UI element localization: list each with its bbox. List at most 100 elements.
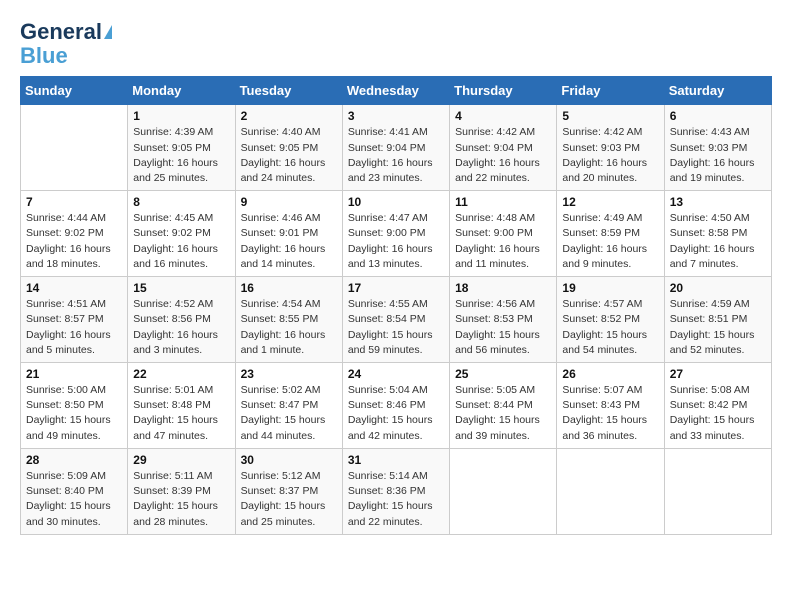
day-number: 9 bbox=[241, 195, 337, 209]
day-info: Sunrise: 4:48 AM Sunset: 9:00 PM Dayligh… bbox=[455, 211, 551, 272]
day-info: Sunrise: 5:00 AM Sunset: 8:50 PM Dayligh… bbox=[26, 383, 122, 444]
day-number: 22 bbox=[133, 367, 229, 381]
day-number: 26 bbox=[562, 367, 658, 381]
day-number: 6 bbox=[670, 109, 766, 123]
calendar-cell: 4 Sunrise: 4:42 AM Sunset: 9:04 PM Daylig… bbox=[450, 105, 557, 191]
day-info: Sunrise: 4:42 AM Sunset: 9:04 PM Dayligh… bbox=[455, 125, 551, 186]
day-info: Sunrise: 4:45 AM Sunset: 9:02 PM Dayligh… bbox=[133, 211, 229, 272]
calendar-cell: 7 Sunrise: 4:44 AM Sunset: 9:02 PM Daylig… bbox=[21, 191, 128, 277]
week-row-5: 28 Sunrise: 5:09 AM Sunset: 8:40 PM Dayli… bbox=[21, 448, 772, 534]
calendar-cell: 24Sunrise: 5:04 AM Sunset: 8:46 PM Dayli… bbox=[342, 363, 449, 449]
week-row-4: 21 Sunrise: 5:00 AM Sunset: 8:50 PM Dayli… bbox=[21, 363, 772, 449]
day-info: Sunrise: 4:55 AM Sunset: 8:54 PM Dayligh… bbox=[348, 297, 444, 358]
day-info: Sunrise: 5:14 AM Sunset: 8:36 PM Dayligh… bbox=[348, 469, 444, 530]
day-info: Sunrise: 4:39 AM Sunset: 9:05 PM Dayligh… bbox=[133, 125, 229, 186]
calendar-cell: 1 Sunrise: 4:39 AM Sunset: 9:05 PM Daylig… bbox=[128, 105, 235, 191]
calendar-cell: 20 Sunrise: 4:59 AM Sunset: 8:51 PM Dayli… bbox=[664, 277, 771, 363]
day-number: 8 bbox=[133, 195, 229, 209]
calendar-cell: 28 Sunrise: 5:09 AM Sunset: 8:40 PM Dayli… bbox=[21, 448, 128, 534]
day-number: 13 bbox=[670, 195, 766, 209]
day-info: Sunrise: 4:49 AM Sunset: 8:59 PM Dayligh… bbox=[562, 211, 658, 272]
calendar-cell bbox=[557, 448, 664, 534]
calendar-cell bbox=[450, 448, 557, 534]
header-saturday: Saturday bbox=[664, 77, 771, 105]
day-info: Sunrise: 5:07 AM Sunset: 8:43 PM Dayligh… bbox=[562, 383, 658, 444]
day-number: 30 bbox=[241, 453, 337, 467]
logo-text-general: General bbox=[20, 20, 102, 44]
day-number: 2 bbox=[241, 109, 337, 123]
calendar-cell: 27 Sunrise: 5:08 AM Sunset: 8:42 PM Dayli… bbox=[664, 363, 771, 449]
week-row-3: 14 Sunrise: 4:51 AM Sunset: 8:57 PM Dayli… bbox=[21, 277, 772, 363]
week-row-2: 7 Sunrise: 4:44 AM Sunset: 9:02 PM Daylig… bbox=[21, 191, 772, 277]
day-number: 4 bbox=[455, 109, 551, 123]
header-thursday: Thursday bbox=[450, 77, 557, 105]
calendar-cell: 14 Sunrise: 4:51 AM Sunset: 8:57 PM Dayli… bbox=[21, 277, 128, 363]
header-sunday: Sunday bbox=[21, 77, 128, 105]
day-number: 19 bbox=[562, 281, 658, 295]
calendar-cell: 22 Sunrise: 5:01 AM Sunset: 8:48 PM Dayli… bbox=[128, 363, 235, 449]
calendar-cell: 15 Sunrise: 4:52 AM Sunset: 8:56 PM Dayli… bbox=[128, 277, 235, 363]
calendar-cell: 31 Sunrise: 5:14 AM Sunset: 8:36 PM Dayli… bbox=[342, 448, 449, 534]
day-info: Sunrise: 4:44 AM Sunset: 9:02 PM Dayligh… bbox=[26, 211, 122, 272]
day-number: 7 bbox=[26, 195, 122, 209]
calendar-cell: 18 Sunrise: 4:56 AM Sunset: 8:53 PM Dayli… bbox=[450, 277, 557, 363]
day-info: Sunrise: 4:42 AM Sunset: 9:03 PM Dayligh… bbox=[562, 125, 658, 186]
day-number: 29 bbox=[133, 453, 229, 467]
logo-triangle-icon bbox=[104, 25, 112, 39]
calendar-cell bbox=[21, 105, 128, 191]
day-info: Sunrise: 4:52 AM Sunset: 8:56 PM Dayligh… bbox=[133, 297, 229, 358]
day-number: 16 bbox=[241, 281, 337, 295]
day-info: Sunrise: 4:50 AM Sunset: 8:58 PM Dayligh… bbox=[670, 211, 766, 272]
day-info: Sunrise: 4:59 AM Sunset: 8:51 PM Dayligh… bbox=[670, 297, 766, 358]
day-number: 21 bbox=[26, 367, 122, 381]
day-number: 15 bbox=[133, 281, 229, 295]
day-number: 17 bbox=[348, 281, 444, 295]
calendar-cell: 13 Sunrise: 4:50 AM Sunset: 8:58 PM Dayli… bbox=[664, 191, 771, 277]
day-info: Sunrise: 5:02 AM Sunset: 8:47 PM Dayligh… bbox=[241, 383, 337, 444]
day-info: Sunrise: 5:11 AM Sunset: 8:39 PM Dayligh… bbox=[133, 469, 229, 530]
day-info: Sunrise: 5:09 AM Sunset: 8:40 PM Dayligh… bbox=[26, 469, 122, 530]
calendar-table: SundayMondayTuesdayWednesdayThursdayFrid… bbox=[20, 76, 772, 534]
calendar-cell: 12Sunrise: 4:49 AM Sunset: 8:59 PM Dayli… bbox=[557, 191, 664, 277]
day-number: 14 bbox=[26, 281, 122, 295]
day-number: 31 bbox=[348, 453, 444, 467]
day-number: 27 bbox=[670, 367, 766, 381]
calendar-cell: 30Sunrise: 5:12 AM Sunset: 8:37 PM Dayli… bbox=[235, 448, 342, 534]
day-info: Sunrise: 4:57 AM Sunset: 8:52 PM Dayligh… bbox=[562, 297, 658, 358]
calendar-cell: 5Sunrise: 4:42 AM Sunset: 9:03 PM Daylig… bbox=[557, 105, 664, 191]
day-info: Sunrise: 5:08 AM Sunset: 8:42 PM Dayligh… bbox=[670, 383, 766, 444]
day-number: 25 bbox=[455, 367, 551, 381]
day-number: 28 bbox=[26, 453, 122, 467]
day-info: Sunrise: 5:01 AM Sunset: 8:48 PM Dayligh… bbox=[133, 383, 229, 444]
day-number: 20 bbox=[670, 281, 766, 295]
day-info: Sunrise: 5:05 AM Sunset: 8:44 PM Dayligh… bbox=[455, 383, 551, 444]
calendar-cell: 21 Sunrise: 5:00 AM Sunset: 8:50 PM Dayli… bbox=[21, 363, 128, 449]
calendar-cell: 23Sunrise: 5:02 AM Sunset: 8:47 PM Dayli… bbox=[235, 363, 342, 449]
week-row-1: 1 Sunrise: 4:39 AM Sunset: 9:05 PM Daylig… bbox=[21, 105, 772, 191]
day-info: Sunrise: 4:43 AM Sunset: 9:03 PM Dayligh… bbox=[670, 125, 766, 186]
day-number: 18 bbox=[455, 281, 551, 295]
day-info: Sunrise: 5:04 AM Sunset: 8:46 PM Dayligh… bbox=[348, 383, 444, 444]
calendar-cell: 6 Sunrise: 4:43 AM Sunset: 9:03 PM Daylig… bbox=[664, 105, 771, 191]
logo: General Blue bbox=[20, 20, 112, 68]
day-number: 3 bbox=[348, 109, 444, 123]
logo-text-blue: Blue bbox=[20, 44, 68, 68]
day-info: Sunrise: 4:41 AM Sunset: 9:04 PM Dayligh… bbox=[348, 125, 444, 186]
day-info: Sunrise: 4:54 AM Sunset: 8:55 PM Dayligh… bbox=[241, 297, 337, 358]
calendar-cell: 19 Sunrise: 4:57 AM Sunset: 8:52 PM Dayli… bbox=[557, 277, 664, 363]
day-info: Sunrise: 4:51 AM Sunset: 8:57 PM Dayligh… bbox=[26, 297, 122, 358]
header-friday: Friday bbox=[557, 77, 664, 105]
calendar-cell: 17 Sunrise: 4:55 AM Sunset: 8:54 PM Dayli… bbox=[342, 277, 449, 363]
calendar-cell: 26 Sunrise: 5:07 AM Sunset: 8:43 PM Dayli… bbox=[557, 363, 664, 449]
calendar-cell: 16 Sunrise: 4:54 AM Sunset: 8:55 PM Dayli… bbox=[235, 277, 342, 363]
day-number: 1 bbox=[133, 109, 229, 123]
calendar-cell: 9Sunrise: 4:46 AM Sunset: 9:01 PM Daylig… bbox=[235, 191, 342, 277]
calendar-cell: 25 Sunrise: 5:05 AM Sunset: 8:44 PM Dayli… bbox=[450, 363, 557, 449]
day-info: Sunrise: 4:56 AM Sunset: 8:53 PM Dayligh… bbox=[455, 297, 551, 358]
calendar-cell: 2 Sunrise: 4:40 AM Sunset: 9:05 PM Daylig… bbox=[235, 105, 342, 191]
day-info: Sunrise: 4:47 AM Sunset: 9:00 PM Dayligh… bbox=[348, 211, 444, 272]
calendar-cell: 29 Sunrise: 5:11 AM Sunset: 8:39 PM Dayli… bbox=[128, 448, 235, 534]
calendar-header-row: SundayMondayTuesdayWednesdayThursdayFrid… bbox=[21, 77, 772, 105]
header-monday: Monday bbox=[128, 77, 235, 105]
day-info: Sunrise: 4:40 AM Sunset: 9:05 PM Dayligh… bbox=[241, 125, 337, 186]
